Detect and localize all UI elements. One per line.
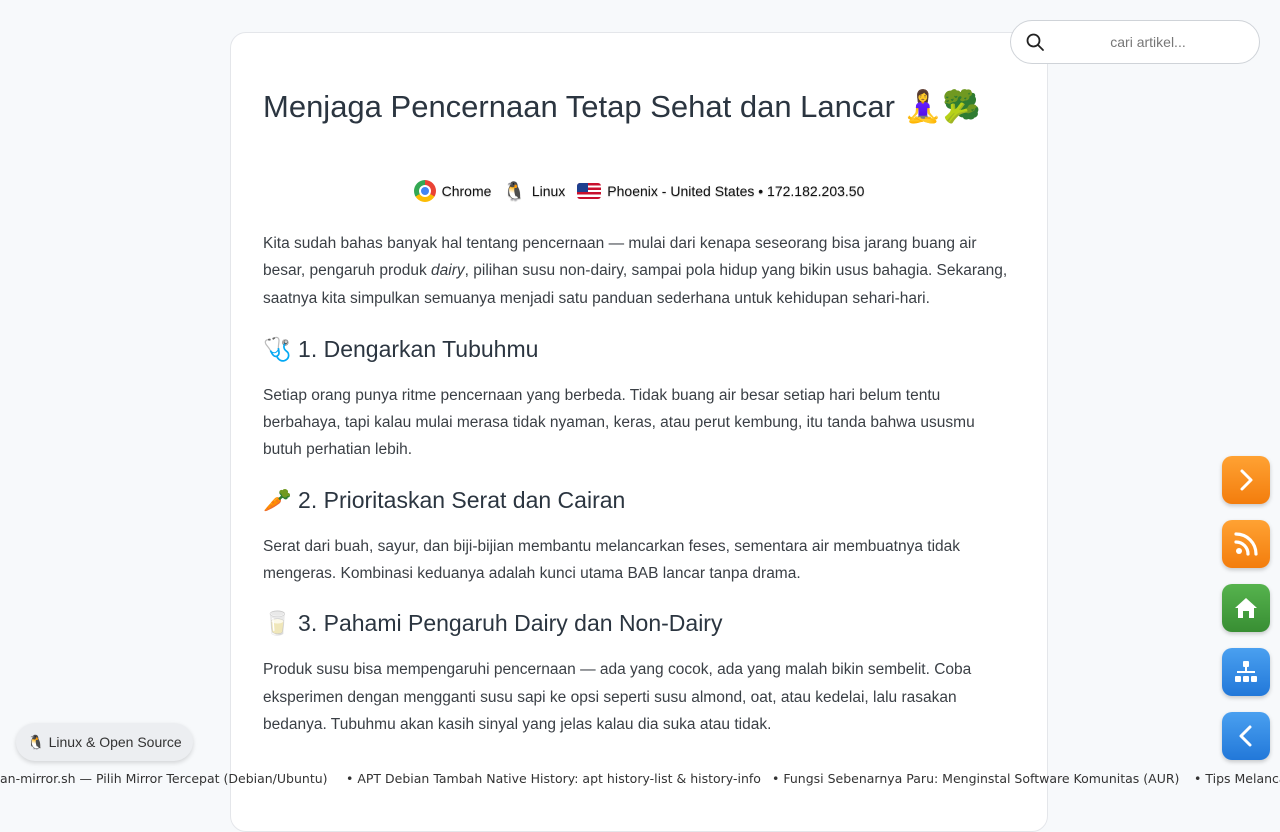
article-card: Menjaga Pencernaan Tetap Sehat dan Lanca… [230,32,1048,832]
chevron-left-icon [1239,725,1252,747]
section-heading-1: 🩺 1. Dengarkan Tubuhmu [263,335,539,362]
article-title: Menjaga Pencernaan Tetap Sehat dan Lanca… [263,89,981,124]
ticker-item[interactable]: • APT Debian Tambah Native History: apt … [346,771,761,786]
ticker-item[interactable]: an-mirror.sh — Pilih Mirror Tercepat (De… [0,771,328,786]
visitor-meta: Chrome 🐧 Linux Phoenix - United States •… [263,177,1015,205]
section-body-2: Serat dari buah, sayur, dan biji-bijian … [263,537,961,583]
ticker-item[interactable]: • Fungsi Sebenarnya Paru: Menginstal Sof… [772,771,1179,786]
chevron-right-icon [1240,469,1253,491]
os-chip: 🐧 Linux [503,180,565,202]
section-heading-2: 🥕 2. Prioritaskan Serat dan Cairan [263,486,626,513]
location-label: Phoenix - United States • 172.182.203.50 [607,183,865,199]
browser-chip: Chrome [413,180,492,202]
location-chip: Phoenix - United States • 172.182.203.50 [577,183,864,199]
section-heading-3: 🥛 3. Pahami Pengaruh Dairy dan Non-Dairy [263,610,723,637]
chrome-icon [413,180,436,202]
ticker-item[interactable]: • Tips Melancarkan [1194,771,1280,786]
home-button[interactable] [1222,584,1270,632]
next-article-button[interactable] [1222,456,1270,504]
sitemap-button[interactable] [1222,648,1270,696]
previous-article-button[interactable] [1222,712,1270,760]
rss-feed-button[interactable] [1222,520,1270,568]
section-body-1: Setiap orang punya ritme pencernaan yang… [263,386,975,459]
os-label: Linux [531,183,566,199]
search-box[interactable] [1010,20,1260,64]
news-ticker: an-mirror.sh — Pilih Mirror Tercepat (De… [0,768,1280,790]
rss-icon [1234,532,1258,556]
search-icon[interactable] [1025,32,1045,52]
category-pill-linux[interactable]: 🐧 Linux & Open Source [16,723,193,761]
home-icon [1235,598,1257,618]
intro-emphasis: dairy [431,262,465,280]
sitemap-icon [1235,661,1257,682]
us-flag-icon [577,183,602,199]
linux-penguin-icon: 🐧 [503,181,526,201]
search-input[interactable] [1051,33,1245,51]
intro-paragraph: Kita sudah bahas banyak hal tentang penc… [263,230,1015,312]
section-body-3: Produk susu bisa mempengaruhi pencernaan… [263,661,972,733]
browser-label: Chrome [441,183,492,199]
